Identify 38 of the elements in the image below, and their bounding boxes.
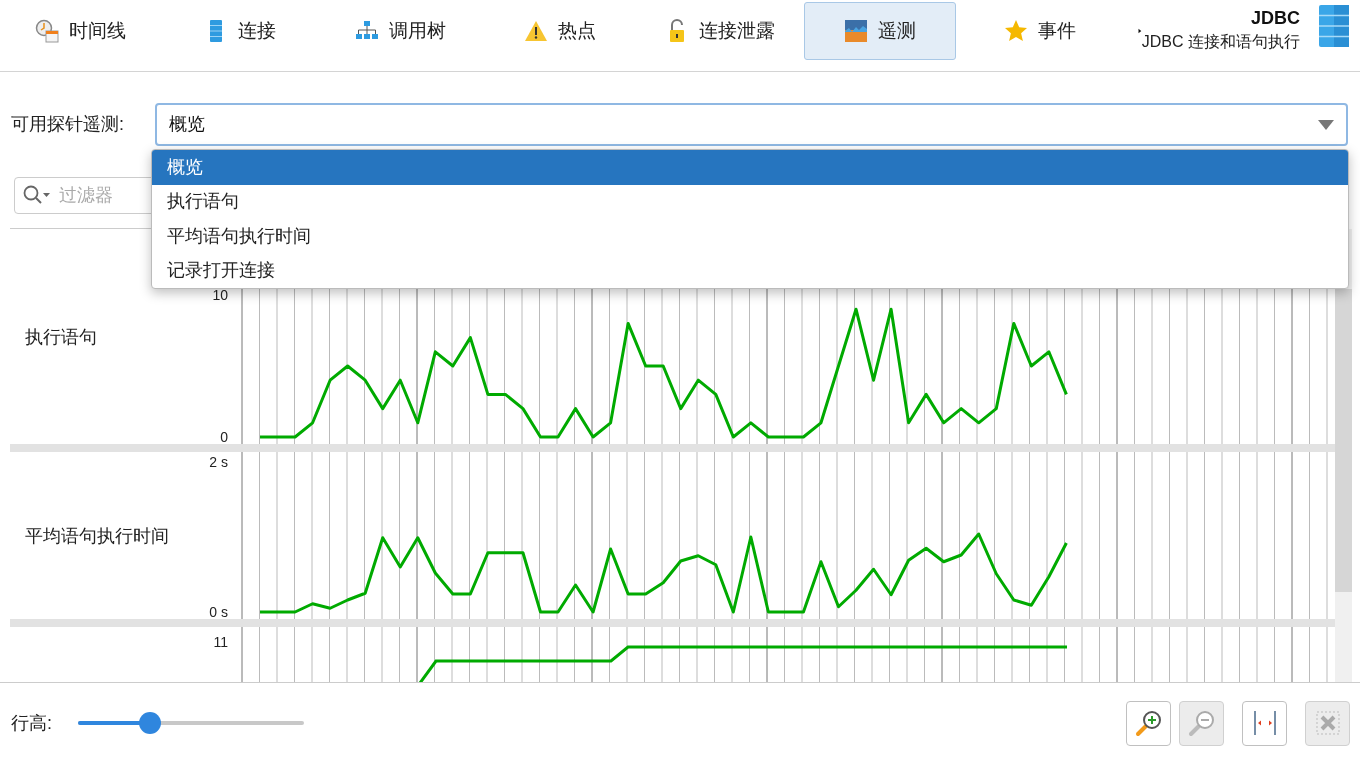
- section-title: JDBC: [1251, 7, 1300, 30]
- dropdown-option[interactable]: 记录打开连接: [152, 253, 1348, 288]
- y-tick-label: 11: [213, 635, 228, 649]
- telemetry-name: 平均语句执行时间: [25, 524, 169, 547]
- zoom-out-icon: [1187, 709, 1216, 737]
- dropdown-caret-icon: [1318, 119, 1334, 130]
- y-tick-label: 10: [212, 288, 228, 302]
- more-arrow-icon[interactable]: [1138, 26, 1142, 36]
- toolbar-tab[interactable]: 时间线: [4, 2, 156, 60]
- probe-select[interactable]: 概览: [155, 103, 1348, 146]
- row-height-slider[interactable]: [78, 712, 304, 734]
- zoom-in-icon: [1134, 709, 1163, 737]
- clock-calendar-icon: [34, 19, 59, 43]
- close-icon: [1313, 709, 1342, 737]
- toolbar-tab[interactable]: 调用树: [324, 2, 476, 60]
- toolbar-button[interactable]: [1242, 700, 1287, 746]
- toolbar-tab[interactable]: 遥测: [804, 2, 956, 60]
- probe-select-label: 可用探针遥测:: [11, 113, 125, 136]
- section-subtitle: JDBC 连接和语句执行: [1141, 32, 1300, 52]
- warning-icon: [524, 19, 548, 43]
- star-icon: [1004, 19, 1028, 43]
- chart-icon: [844, 19, 868, 43]
- toolbar-tab[interactable]: 事件: [964, 2, 1116, 60]
- toolbar-tab[interactable]: 连接: [164, 2, 316, 60]
- y-tick-label: 0 s: [209, 605, 228, 619]
- dropdown-option[interactable]: 执行语句: [152, 184, 1348, 219]
- y-tick-label: 2 s: [209, 455, 228, 469]
- telemetry-name: 执行语句: [25, 325, 97, 348]
- y-tick-label: 0: [220, 430, 228, 444]
- toolbar-tab[interactable]: 连接泄露: [644, 2, 796, 60]
- toolbar-button[interactable]: [1126, 700, 1171, 746]
- dropdown-option[interactable]: 平均语句执行时间: [152, 219, 1348, 254]
- row-height-label: 行高:: [11, 711, 52, 735]
- dropdown-option[interactable]: 概览: [152, 150, 1348, 185]
- toolbar-tab[interactable]: 热点: [484, 2, 636, 60]
- slider-thumb[interactable]: [139, 712, 162, 734]
- database-icon: [1318, 4, 1350, 48]
- search-icon: [23, 185, 51, 205]
